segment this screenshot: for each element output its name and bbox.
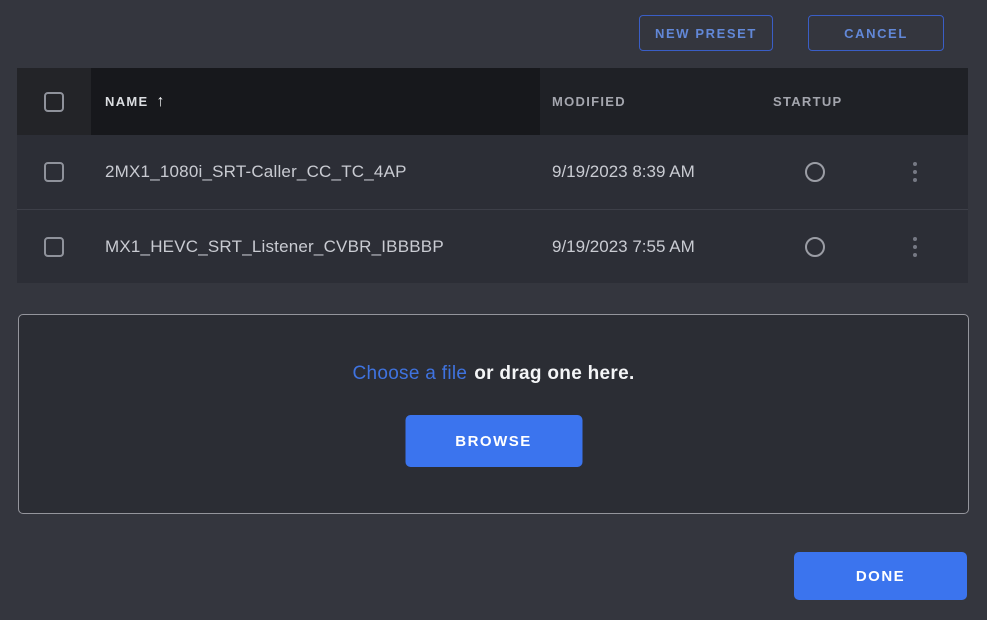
row-checkbox[interactable] — [44, 237, 64, 257]
column-header-startup[interactable]: STARTUP — [763, 68, 890, 135]
file-dropzone[interactable]: Choose a file or drag one here. BROWSE — [18, 314, 969, 514]
drag-here-text: or drag one here. — [474, 363, 634, 385]
row-menu-kebab-icon[interactable] — [909, 233, 921, 261]
preset-name: MX1_HEVC_SRT_Listener_CVBR_IBBBBP — [91, 210, 540, 283]
table-row[interactable]: 2MX1_1080i_SRT-Caller_CC_TC_4AP 9/19/202… — [17, 135, 968, 209]
column-header-name-label: NAME — [105, 94, 148, 109]
actions-cell — [890, 210, 968, 283]
sort-ascending-icon: ↑ — [156, 93, 164, 111]
row-checkbox[interactable] — [44, 162, 64, 182]
select-all-checkbox[interactable] — [44, 92, 64, 112]
table-header-row: NAME ↑ MODIFIED STARTUP — [17, 68, 968, 135]
startup-radio[interactable] — [805, 237, 825, 257]
preset-modified-date: 9/19/2023 8:39 AM — [540, 135, 763, 209]
row-menu-kebab-icon[interactable] — [909, 158, 921, 186]
done-button[interactable]: DONE — [794, 552, 967, 600]
new-preset-button[interactable]: NEW PRESET — [639, 15, 773, 51]
startup-cell — [763, 135, 890, 209]
browse-button[interactable]: BROWSE — [405, 415, 582, 467]
row-checkbox-cell — [17, 135, 91, 209]
startup-cell — [763, 210, 890, 283]
preset-modified-date: 9/19/2023 7:55 AM — [540, 210, 763, 283]
dropzone-instruction: Choose a file or drag one here. — [19, 363, 968, 385]
preset-name: 2MX1_1080i_SRT-Caller_CC_TC_4AP — [91, 135, 540, 209]
column-header-modified[interactable]: MODIFIED — [540, 68, 763, 135]
startup-radio[interactable] — [805, 162, 825, 182]
column-header-actions — [890, 68, 968, 135]
choose-file-link[interactable]: Choose a file — [352, 363, 467, 385]
actions-cell — [890, 135, 968, 209]
cancel-button[interactable]: CANCEL — [808, 15, 944, 51]
header-checkbox-cell — [17, 68, 91, 135]
table-row[interactable]: MX1_HEVC_SRT_Listener_CVBR_IBBBBP 9/19/2… — [17, 209, 968, 283]
column-header-name[interactable]: NAME ↑ — [91, 68, 540, 135]
row-checkbox-cell — [17, 210, 91, 283]
preset-table: NAME ↑ MODIFIED STARTUP 2MX1_1080i_SRT-C… — [17, 68, 968, 283]
